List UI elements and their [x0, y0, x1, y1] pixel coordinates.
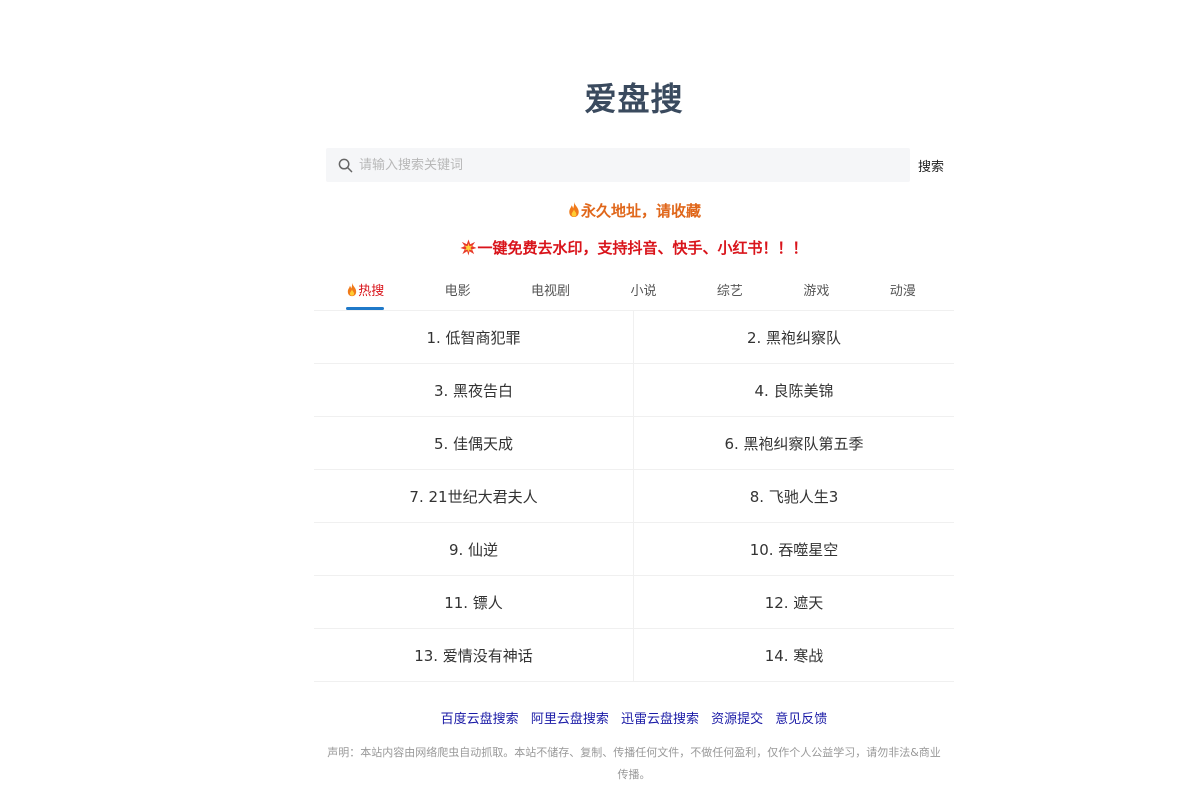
footer-link-xunlei-pan-search[interactable]: 迅雷云盘搜索 [621, 712, 699, 727]
hot-item[interactable]: 9. 仙逆 [314, 522, 634, 575]
tab-novel[interactable]: 小说 [630, 270, 656, 310]
hot-item[interactable]: 6. 黑袍纠察队第五季 [634, 416, 954, 469]
search-icon [338, 158, 353, 172]
hot-item[interactable]: 3. 黑夜告白 [314, 363, 634, 416]
hot-item[interactable]: 4. 良陈美锦 [634, 363, 954, 416]
hot-item[interactable]: 8. 飞驰人生3 [634, 469, 954, 522]
hot-search-list: 1. 低智商犯罪 2. 黑袍纠察队 3. 黑夜告白 4. 良陈美锦 5. 佳偶天… [314, 310, 954, 682]
footer-links: 百度云盘搜索 阿里云盘搜索 迅雷云盘搜索 资源提交 意见反馈 [0, 708, 1199, 727]
search-box[interactable] [326, 148, 910, 182]
tab-hot[interactable]: 热搜 [346, 270, 385, 310]
hot-item[interactable]: 11. 镖人 [314, 575, 634, 628]
hot-item[interactable]: 12. 遮天 [634, 575, 954, 628]
page: 爱盘搜 搜索 永久地址，请收藏 一键免费去水印，支持抖音、快手、小红书！！！ 热 [0, 0, 1199, 809]
search-button[interactable]: 搜索 [918, 156, 944, 175]
hot-item[interactable]: 1. 低智商犯罪 [314, 310, 634, 363]
notice-watermark[interactable]: 一键免费去水印，支持抖音、快手、小红书！！！ [0, 237, 1199, 258]
tab-label: 热搜 [358, 284, 385, 299]
tab-variety[interactable]: 综艺 [717, 270, 743, 310]
hot-item[interactable]: 5. 佳偶天成 [314, 416, 634, 469]
fire-icon [348, 282, 357, 297]
fire-icon [569, 201, 579, 218]
footer-link-feedback[interactable]: 意见反馈 [775, 712, 827, 727]
search-input[interactable] [359, 150, 899, 180]
tab-game[interactable]: 游戏 [803, 270, 829, 310]
footer-link-aliyun-pan-search[interactable]: 阿里云盘搜索 [531, 712, 609, 727]
notice-watermark-link[interactable]: 一键免费去水印，支持抖音、快手、小红书！！！ [477, 239, 807, 257]
disclaimer: 声明：本站内容由网络爬虫自动抓取。本站不储存、复制、传播任何文件，不做任何盈利，… [327, 746, 941, 781]
tab-tv-series[interactable]: 电视剧 [531, 270, 570, 310]
hot-item[interactable]: 13. 爱情没有神话 [314, 628, 634, 681]
category-tabs: 热搜 电影 电视剧 小说 综艺 游戏 动漫 [316, 270, 946, 310]
hot-item[interactable]: 10. 吞噬星空 [634, 522, 954, 575]
hot-item[interactable]: 2. 黑袍纠察队 [634, 310, 954, 363]
hot-item[interactable]: 14. 寒战 [634, 628, 954, 681]
tab-movie[interactable]: 电影 [445, 270, 471, 310]
footer-link-resource-submit[interactable]: 资源提交 [711, 712, 763, 727]
search-bar: 搜索 [326, 148, 954, 182]
site-title[interactable]: 爱盘搜 [0, 74, 1199, 120]
notice-permanent[interactable]: 永久地址，请收藏 [0, 200, 1199, 221]
notice-permanent-link[interactable]: 永久地址，请收藏 [581, 202, 701, 220]
tab-anime[interactable]: 动漫 [890, 270, 916, 310]
footer-link-baidu-pan-search[interactable]: 百度云盘搜索 [441, 712, 519, 727]
hot-item[interactable]: 7. 21世纪大君夫人 [314, 469, 634, 522]
collision-icon [460, 239, 478, 256]
